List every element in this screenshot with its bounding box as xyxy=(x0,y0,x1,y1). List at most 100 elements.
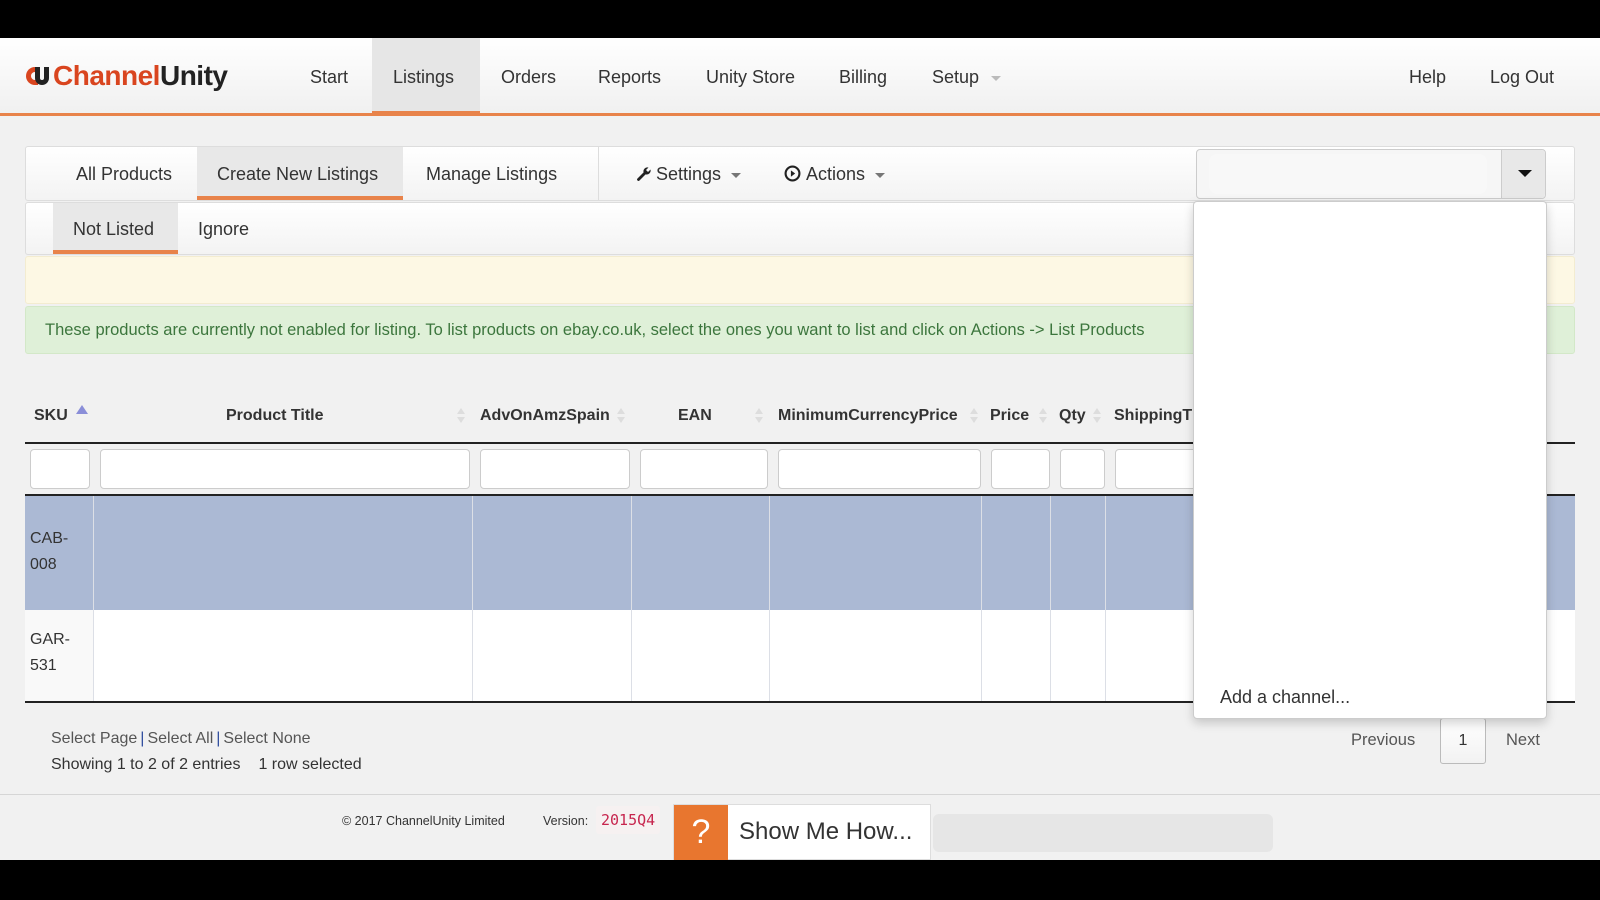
tab-label: Create New Listings xyxy=(217,164,379,184)
select-all-link[interactable]: Select All xyxy=(147,730,213,747)
nav-label: Help xyxy=(1409,67,1447,87)
tab-label: Ignore xyxy=(198,219,250,239)
show-me-how-label: Show Me How... xyxy=(739,818,913,845)
pagination-next[interactable]: Next xyxy=(1506,731,1540,750)
sort-icon[interactable] xyxy=(1093,408,1101,424)
channelunity-logo[interactable]: Channel Unity xyxy=(26,58,228,94)
sort-icon[interactable] xyxy=(755,408,763,424)
copyright-text: © 2017 ChannelUnity Limited xyxy=(342,814,505,828)
cell-price xyxy=(982,610,1051,701)
top-navbar: Channel Unity Start Listings Orders Repor… xyxy=(0,38,1600,116)
nav-label: Reports xyxy=(598,67,662,87)
filter-product-title-input[interactable] xyxy=(100,449,470,489)
cell-price xyxy=(982,496,1051,610)
tab-not-listed[interactable]: Not Listed xyxy=(53,203,178,254)
filter-qty-input[interactable] xyxy=(1060,449,1105,489)
show-me-how-button[interactable]: ? Show Me How... xyxy=(673,804,931,860)
channel-select-value[interactable] xyxy=(1209,154,1487,194)
cell-ean xyxy=(632,496,770,610)
column-header-product-title[interactable]: Product Title xyxy=(226,390,324,442)
pagination-page-1[interactable]: 1 xyxy=(1440,718,1486,764)
nav-label: Log Out xyxy=(1490,67,1555,87)
channel-select-toggle[interactable] xyxy=(1501,150,1545,198)
tab-ignore[interactable]: Ignore xyxy=(178,203,269,254)
toolbar-divider xyxy=(598,147,599,200)
caret-down-icon xyxy=(731,172,742,178)
cell-minimum-currency-price xyxy=(770,496,982,610)
filter-sku-input[interactable] xyxy=(30,449,90,489)
column-label: SKU xyxy=(34,407,68,424)
nav-help[interactable]: Help xyxy=(1388,38,1467,113)
rows-selected-count: 1 row selected xyxy=(258,756,362,773)
help-bar xyxy=(933,814,1273,852)
column-header-shipping[interactable]: ShippingT xyxy=(1114,390,1192,442)
logo-mark-icon xyxy=(26,67,49,85)
actions-dropdown[interactable]: Actions xyxy=(764,147,905,200)
sku-value: CAB- 008 xyxy=(30,530,69,573)
select-none-link[interactable]: Select None xyxy=(223,730,310,747)
add-channel-option[interactable]: Add a channel... xyxy=(1220,687,1350,708)
cell-product-title xyxy=(94,496,473,610)
separator: | xyxy=(216,730,221,747)
filter-minimum-currency-price-input[interactable] xyxy=(778,449,981,489)
cell-product-title xyxy=(94,610,473,701)
cell-advonamzspain xyxy=(473,610,632,701)
filter-advonamzspain-input[interactable] xyxy=(480,449,630,489)
logo-text-unity: Unity xyxy=(159,60,228,91)
sort-ascending-icon[interactable] xyxy=(76,405,88,414)
tab-manage-listings[interactable]: Manage Listings xyxy=(406,147,577,200)
pagination-previous[interactable]: Previous xyxy=(1351,731,1415,750)
nav-listings[interactable]: Listings xyxy=(372,38,480,116)
channel-dropdown-menu: Add a channel... xyxy=(1193,201,1547,719)
caret-down-icon xyxy=(1518,170,1532,177)
nav-billing[interactable]: Billing xyxy=(818,38,908,113)
cell-qty xyxy=(1051,610,1106,701)
column-header-price[interactable]: Price xyxy=(990,390,1029,442)
nav-label: Setup xyxy=(932,67,980,87)
settings-label: Settings xyxy=(656,164,722,184)
nav-start[interactable]: Start xyxy=(289,38,369,113)
tab-label: Not Listed xyxy=(73,219,155,239)
tab-label: All Products xyxy=(76,164,173,184)
column-header-minimum-currency-price[interactable]: MinimumCurrencyPrice xyxy=(778,390,958,442)
nav-label: Start xyxy=(310,67,349,87)
version-value: 2015Q4 xyxy=(596,806,661,834)
column-header-advonamzspain[interactable]: AdvOnAmzSpain xyxy=(480,390,610,442)
cell-ean xyxy=(632,610,770,701)
nav-label: Listings xyxy=(393,67,455,87)
app-window: Channel Unity Start Listings Orders Repor… xyxy=(0,38,1600,860)
column-header-sku[interactable]: SKU xyxy=(34,390,68,442)
cell-minimum-currency-price xyxy=(770,610,982,701)
sort-icon[interactable] xyxy=(1039,408,1047,424)
version-label: Version: xyxy=(543,814,589,828)
nav-setup[interactable]: Setup xyxy=(911,38,1022,113)
sort-icon[interactable] xyxy=(457,408,465,424)
wrench-icon xyxy=(637,167,651,181)
column-label: AdvOnAmzSpain xyxy=(480,407,610,424)
caret-down-icon xyxy=(991,75,1002,81)
settings-dropdown[interactable]: Settings xyxy=(616,147,761,200)
nav-orders[interactable]: Orders xyxy=(480,38,577,113)
cell-qty xyxy=(1051,496,1106,610)
filter-ean-input[interactable] xyxy=(640,449,768,489)
column-header-ean[interactable]: EAN xyxy=(678,390,712,442)
nav-unity-store[interactable]: Unity Store xyxy=(685,38,816,113)
play-circle-icon xyxy=(784,165,801,182)
column-label: EAN xyxy=(678,407,712,424)
nav-reports[interactable]: Reports xyxy=(577,38,682,113)
nav-log-out[interactable]: Log Out xyxy=(1469,38,1575,113)
tab-create-new-listings[interactable]: Create New Listings xyxy=(197,147,403,200)
channel-select[interactable] xyxy=(1196,149,1546,199)
entries-count: Showing 1 to 2 of 2 entries xyxy=(51,756,241,773)
actions-label: Actions xyxy=(806,164,866,184)
filter-price-input[interactable] xyxy=(991,449,1050,489)
column-header-qty[interactable]: Qty xyxy=(1059,390,1086,442)
info-alert-text: These products are currently not enabled… xyxy=(45,321,1145,339)
column-label: Qty xyxy=(1059,407,1086,424)
table-info: Showing 1 to 2 of 2 entries 1 row selecte… xyxy=(51,756,362,774)
sort-icon[interactable] xyxy=(617,408,625,424)
select-page-link[interactable]: Select Page xyxy=(51,730,137,747)
nav-label: Billing xyxy=(839,67,888,87)
tab-all-products[interactable]: All Products xyxy=(56,147,192,200)
sort-icon[interactable] xyxy=(970,408,978,424)
